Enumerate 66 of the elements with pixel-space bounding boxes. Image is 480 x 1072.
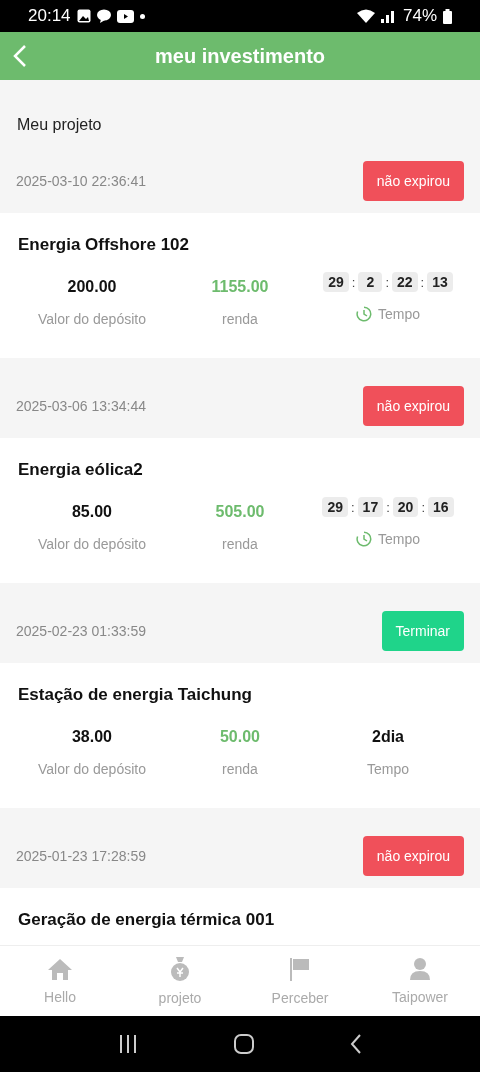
wifi-icon (356, 9, 375, 23)
signal-icon (380, 9, 397, 23)
battery-percent: 74% (402, 6, 437, 26)
home-icon (47, 957, 73, 981)
tab-bar-item[interactable]: Hello (0, 946, 120, 1016)
countdown-digit: 17 (357, 497, 384, 517)
project-name: Geração de energia térmica 001 (18, 910, 276, 930)
deposit-value: 85.00 (71, 502, 112, 522)
countdown-digit: 22 (392, 272, 418, 292)
back-nav-icon[interactable] (350, 1034, 362, 1054)
tab-bar-item[interactable]: Perceber (240, 946, 360, 1016)
investment-date: 2025-03-10 22:36:41 (16, 172, 146, 189)
status-button[interactable]: não expirou (362, 835, 464, 876)
colon: : (351, 499, 355, 515)
countdown-digit: 29 (323, 272, 349, 292)
clock-icon (356, 531, 372, 547)
time-label: Tempo (378, 306, 420, 322)
countdown-digit: 16 (428, 497, 454, 517)
income-value: 1155.00 (211, 277, 269, 297)
countdown-digit: 13 (427, 272, 453, 292)
tab-bar-item[interactable]: Taipower (360, 946, 480, 1016)
deposit-value: 200.00 (67, 277, 117, 297)
countdown-digit: 2 (358, 272, 383, 292)
project-name: Energia eólica2 (18, 460, 144, 480)
colon: : (351, 274, 356, 290)
deposit-label: Valor do depósito (38, 311, 146, 327)
income-value: 505.00 (215, 502, 265, 522)
clock-icon (356, 306, 372, 322)
deposit-label: Valor do depósito (38, 761, 146, 777)
colon: : (420, 274, 425, 290)
income-label: renda (222, 761, 258, 777)
income-label: renda (222, 536, 258, 552)
countdown-digit: 20 (392, 497, 419, 517)
project-name: Energia Offshore 102 (18, 235, 190, 255)
income-value: 50.00 (219, 727, 260, 747)
colon: : (385, 274, 389, 290)
battery-icon (443, 8, 452, 24)
investment-date: 2025-03-06 13:34:44 (16, 397, 146, 414)
deposit-value: 38.00 (71, 727, 112, 747)
colon: : (386, 499, 390, 515)
page-title: meu investimento (154, 44, 325, 68)
clock-time: 20:14 (28, 6, 71, 26)
flag-icon (289, 956, 311, 982)
chat-icon (96, 9, 111, 23)
home-button-icon[interactable] (234, 1034, 254, 1054)
video-icon (116, 9, 134, 23)
time-label: Tempo (378, 531, 420, 547)
investment-date: 2025-02-23 01:33:59 (16, 622, 146, 639)
investment-date: 2025-01-23 17:28:59 (16, 847, 146, 864)
section-title: Meu projeto (17, 116, 102, 133)
money-bag-icon (169, 956, 191, 982)
project-name: Estação de energia Taichung (18, 685, 253, 705)
dot-icon (139, 13, 145, 19)
user-icon (409, 957, 431, 981)
income-label: renda (222, 311, 258, 327)
colon: : (421, 499, 425, 515)
time-label: Tempo (367, 761, 409, 777)
image-icon (76, 9, 91, 23)
recent-apps-icon[interactable] (118, 1035, 138, 1053)
duration-value: 2dia (372, 727, 404, 747)
countdown-digit: 29 (322, 497, 348, 517)
status-button[interactable]: não expirou (362, 160, 464, 201)
tab-bar-item[interactable]: projeto (120, 946, 240, 1016)
deposit-label: Valor do depósito (38, 536, 146, 552)
status-button[interactable]: Terminar (381, 610, 464, 651)
status-button[interactable]: não expirou (362, 385, 464, 426)
